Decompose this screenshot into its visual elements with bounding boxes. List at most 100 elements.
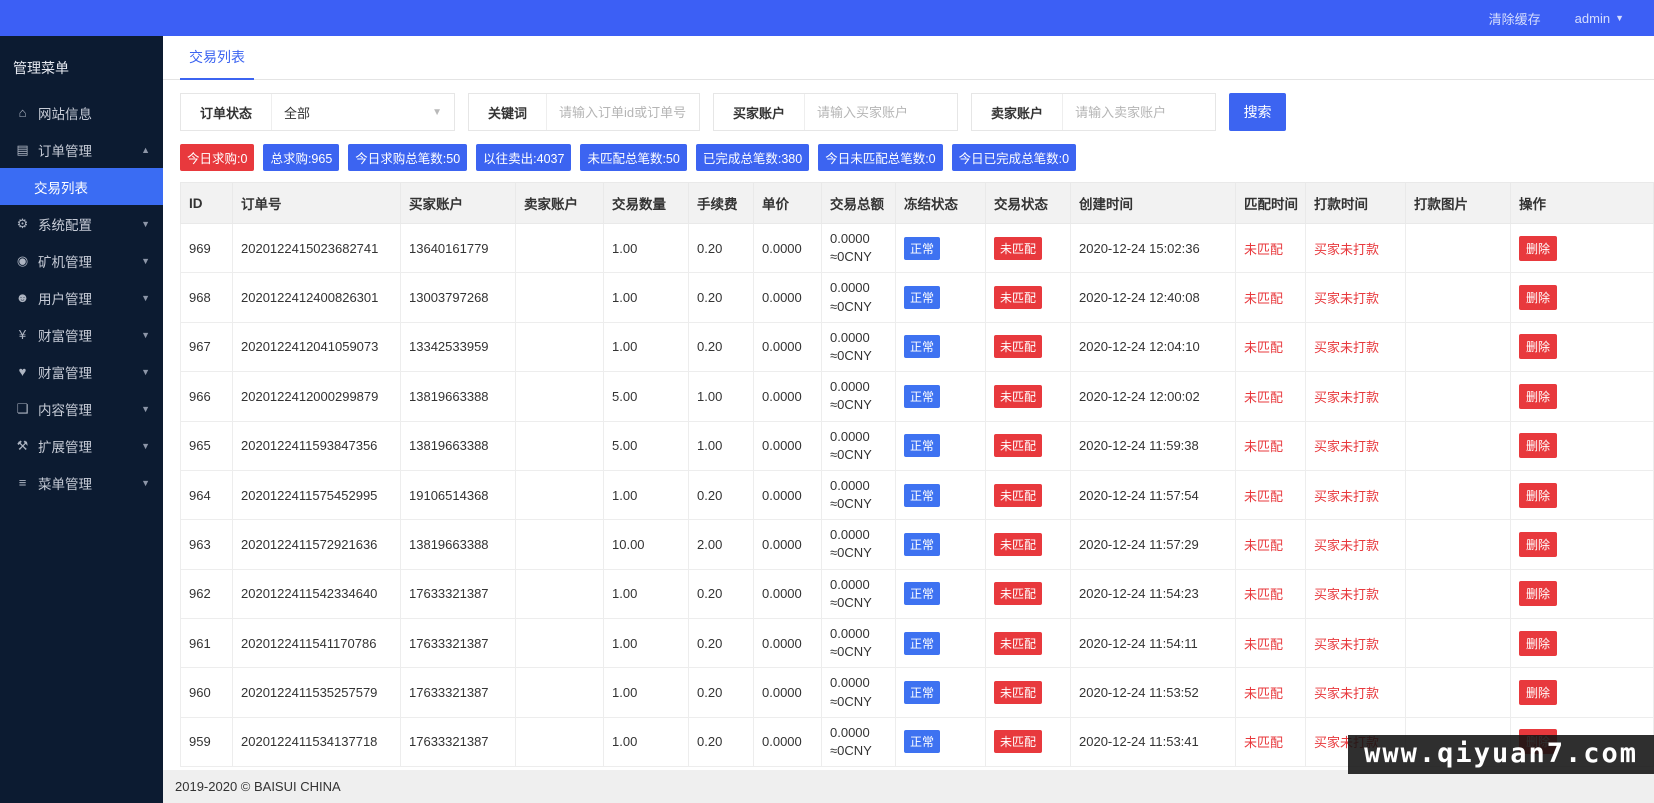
cell-pay-time: 买家未打款: [1306, 520, 1406, 569]
user-menu[interactable]: admin ▼: [1575, 11, 1624, 26]
keyword-filter: 关键词: [468, 93, 700, 131]
cell-created-time: 2020-12-24 11:57:29: [1071, 520, 1236, 569]
cell-fee: 0.20: [689, 717, 754, 766]
freeze-status-badge: 正常: [904, 582, 940, 605]
delete-button[interactable]: 删除: [1519, 285, 1557, 310]
cell-total: 0.0000≈0CNY: [822, 372, 896, 421]
clear-cache-link[interactable]: 清除缓存: [1489, 9, 1541, 28]
column-header: 交易总额: [822, 183, 896, 224]
sidebar-item-content-manage[interactable]: ❏内容管理▼: [0, 390, 163, 427]
sidebar-item-wealth-manage[interactable]: ¥财富管理▼: [0, 316, 163, 353]
cell-buyer: 19106514368: [401, 470, 516, 519]
delete-button[interactable]: 删除: [1519, 581, 1557, 606]
sidebar-item-menu-manage[interactable]: ≡菜单管理▼: [0, 464, 163, 501]
chevron-down-icon: ▼: [1615, 13, 1624, 23]
trade-table-wrap: ID订单号买家账户卖家账户交易数量手续费单价交易总额冻结状态交易状态创建时间匹配…: [163, 182, 1654, 770]
cell-pay-time: 买家未打款: [1306, 273, 1406, 322]
cell-seller: [516, 569, 604, 618]
cell-freeze-status: 正常: [896, 569, 986, 618]
trade-status-badge: 未匹配: [994, 434, 1042, 457]
trade-status-badge: 未匹配: [994, 237, 1042, 260]
order-status-select[interactable]: 全部 ▼: [272, 94, 454, 130]
cell-buyer: 13003797268: [401, 273, 516, 322]
cell-total: 0.0000≈0CNY: [822, 668, 896, 717]
cell-order-no: 2020122412041059073: [233, 322, 401, 371]
list-icon: ≡: [13, 475, 32, 490]
cell-id: 968: [181, 273, 233, 322]
sidebar-item-website-info[interactable]: ⌂ 网站信息: [0, 94, 163, 131]
chevron-down-icon: ▼: [141, 330, 150, 340]
cell-order-no: 2020122411542334640: [233, 569, 401, 618]
cell-trade-status: 未匹配: [986, 273, 1071, 322]
cell-id: 961: [181, 619, 233, 668]
delete-button[interactable]: 删除: [1519, 680, 1557, 705]
sidebar-item-extension-manage[interactable]: ⚒扩展管理▼: [0, 427, 163, 464]
trade-status-badge: 未匹配: [994, 335, 1042, 358]
cell-match-time: 未匹配: [1236, 322, 1306, 371]
cell-order-no: 2020122411534137718: [233, 717, 401, 766]
cell-seller: [516, 273, 604, 322]
trade-status-badge: 未匹配: [994, 582, 1042, 605]
cell-created-time: 2020-12-24 11:54:23: [1071, 569, 1236, 618]
sidebar-item-user-manage[interactable]: ☻用户管理▼: [0, 279, 163, 316]
sidebar-item-trade-list[interactable]: 交易列表: [0, 168, 163, 205]
cell-pay-time: 买家未打款: [1306, 569, 1406, 618]
sidebar-item-label: 网站信息: [38, 103, 92, 123]
home-icon: ⌂: [13, 105, 32, 120]
cell-pay-time: 买家未打款: [1306, 668, 1406, 717]
delete-button[interactable]: 删除: [1519, 532, 1557, 557]
cell-price: 0.0000: [754, 224, 822, 273]
cell-trade-status: 未匹配: [986, 470, 1071, 519]
sidebar-item-wealth-manage-2[interactable]: ♥财富管理▼: [0, 353, 163, 390]
stat-badge: 总求购:965: [263, 144, 339, 171]
seller-input[interactable]: [1063, 94, 1215, 130]
cell-buyer: 13819663388: [401, 421, 516, 470]
freeze-status-badge: 正常: [904, 730, 940, 753]
delete-button[interactable]: 删除: [1519, 433, 1557, 458]
cell-fee: 2.00: [689, 520, 754, 569]
delete-button[interactable]: 删除: [1519, 631, 1557, 656]
cell-match-time: 未匹配: [1236, 372, 1306, 421]
stats-bar: 今日求购:0总求购:965今日求购总笔数:50以往卖出:4037未匹配总笔数:5…: [163, 140, 1654, 182]
order-status-label: 订单状态: [181, 94, 272, 130]
sidebar-item-order-manage[interactable]: ▤订单管理▲: [0, 131, 163, 168]
cell-created-time: 2020-12-24 12:40:08: [1071, 273, 1236, 322]
table-row: 9682020122412400826301130037972681.000.2…: [181, 273, 1654, 322]
cell-id: 960: [181, 668, 233, 717]
sidebar-item-label: 财富管理: [38, 362, 92, 382]
cell-created-time: 2020-12-24 12:00:02: [1071, 372, 1236, 421]
cell-price: 0.0000: [754, 668, 822, 717]
cell-action: 删除: [1511, 421, 1654, 470]
delete-button[interactable]: 删除: [1519, 236, 1557, 261]
delete-button[interactable]: 删除: [1519, 483, 1557, 508]
clear-cache-label: 清除缓存: [1489, 9, 1541, 28]
chevron-down-icon: ▼: [432, 107, 442, 118]
tab-trade-list[interactable]: 交易列表: [180, 36, 254, 80]
sidebar-item-system-config[interactable]: ⚙系统配置▼: [0, 205, 163, 242]
search-button[interactable]: 搜索: [1229, 93, 1286, 131]
buyer-input[interactable]: [805, 94, 957, 130]
cell-buyer: 13342533959: [401, 322, 516, 371]
cell-match-time: 未匹配: [1236, 421, 1306, 470]
cell-id: 966: [181, 372, 233, 421]
cell-id: 967: [181, 322, 233, 371]
cell-trade-status: 未匹配: [986, 372, 1071, 421]
table-body: 9692020122415023682741136401617791.000.2…: [181, 224, 1654, 767]
delete-button[interactable]: 删除: [1519, 384, 1557, 409]
cell-freeze-status: 正常: [896, 619, 986, 668]
freeze-status-badge: 正常: [904, 632, 940, 655]
chevron-down-icon: ▼: [141, 219, 150, 229]
sidebar-item-miner-manage[interactable]: ◉矿机管理▼: [0, 242, 163, 279]
trade-status-badge: 未匹配: [994, 484, 1042, 507]
chevron-down-icon: ▼: [141, 293, 150, 303]
keyword-input[interactable]: [547, 94, 699, 130]
cell-qty: 1.00: [604, 322, 689, 371]
cell-seller: [516, 717, 604, 766]
cell-trade-status: 未匹配: [986, 421, 1071, 470]
keyword-label: 关键词: [469, 94, 547, 130]
delete-button[interactable]: 删除: [1519, 334, 1557, 359]
chevron-down-icon: ▼: [141, 441, 150, 451]
cell-order-no: 2020122411593847356: [233, 421, 401, 470]
cell-seller: [516, 470, 604, 519]
seller-filter: 卖家账户: [971, 93, 1216, 131]
